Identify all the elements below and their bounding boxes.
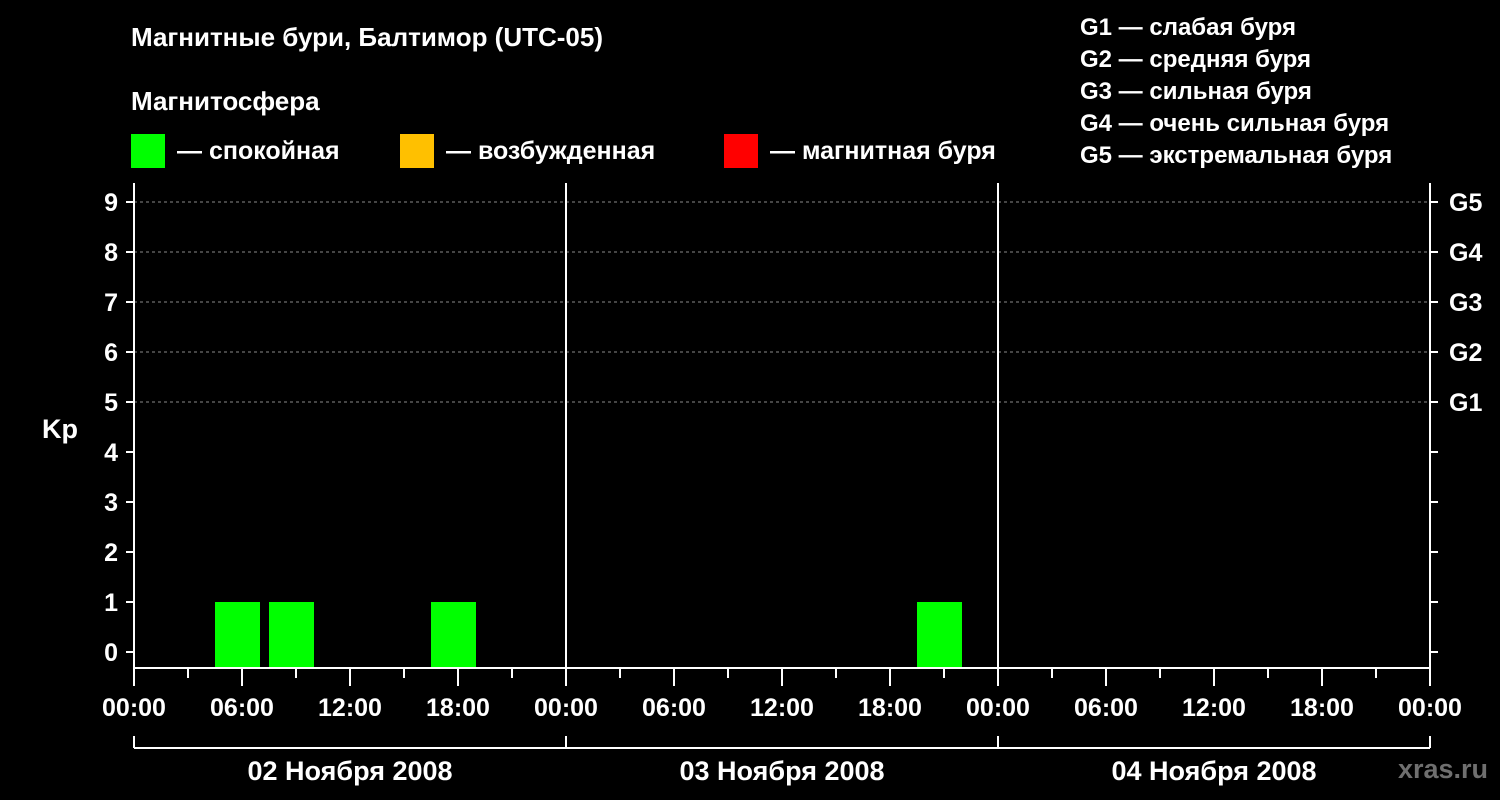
legend-swatch-storm	[724, 134, 758, 168]
y-tick-label: 5	[104, 389, 118, 417]
storm-level-g5: G5 — экстремальная буря	[1080, 142, 1393, 169]
chart-title: Магнитные бури, Балтимор (UTC-05)	[131, 22, 604, 52]
date-label: 02 Ноября 2008	[247, 756, 452, 786]
legend-swatch-excited	[400, 134, 434, 168]
date-label: 04 Ноября 2008	[1111, 756, 1316, 786]
x-tick-label: 18:00	[426, 694, 490, 722]
x-tick-label: 18:00	[1290, 694, 1354, 722]
magnetosphere-heading: Магнитосфера	[131, 86, 320, 116]
x-tick-label: 06:00	[1074, 694, 1138, 722]
x-tick-label: 06:00	[642, 694, 706, 722]
legend-quiet: — спокойная	[131, 134, 340, 168]
y-tick-label: 2	[104, 539, 118, 567]
y-tick-label: 7	[104, 289, 118, 317]
legend-swatch-quiet	[131, 134, 165, 168]
right-axis-label-g4: G4	[1449, 239, 1482, 267]
x-tick-label: 00:00	[534, 694, 598, 722]
legend-excited: — возбужденная	[400, 134, 655, 168]
legend-storm: — магнитная буря	[724, 134, 996, 168]
right-axis-label-g1: G1	[1449, 389, 1482, 417]
x-tick-label: 00:00	[102, 694, 166, 722]
legend-label-storm: — магнитная буря	[770, 136, 996, 165]
date-label: 03 Ноября 2008	[679, 756, 884, 786]
right-axis-label-g5: G5	[1449, 189, 1482, 217]
legend-label-quiet: — спокойная	[177, 136, 340, 165]
y-tick-label: 9	[104, 189, 118, 217]
storm-level-legend: G1 — слабая буря G2 — средняя буря G3 — …	[1080, 12, 1392, 172]
kp-bar-3	[431, 602, 476, 668]
right-axis-label-g2: G2	[1449, 339, 1482, 367]
legend-label-excited: — возбужденная	[446, 136, 656, 165]
y-tick-label: 6	[104, 339, 118, 367]
x-tick-label: 12:00	[750, 694, 814, 722]
y-axis-label: Kp	[42, 414, 78, 444]
y-tick-label: 0	[104, 639, 118, 667]
storm-level-g2: G2 — средняя буря	[1080, 46, 1311, 73]
x-tick-label: 00:00	[966, 694, 1030, 722]
storm-level-g4: G4 — очень сильная буря	[1080, 110, 1390, 137]
x-tick-label: 06:00	[210, 694, 274, 722]
kp-bar-1	[215, 602, 260, 668]
y-tick-label: 8	[104, 239, 118, 267]
x-tick-label: 12:00	[1182, 694, 1246, 722]
y-tick-label: 1	[104, 589, 118, 617]
watermark: xras.ru	[1397, 754, 1488, 784]
storm-level-g1: G1 — слабая буря	[1080, 14, 1297, 41]
right-axis-label-g3: G3	[1449, 289, 1482, 317]
storm-level-g3: G3 — сильная буря	[1080, 78, 1312, 105]
x-tick-label: 18:00	[858, 694, 922, 722]
y-tick-label: 4	[104, 439, 118, 467]
kp-bar-2	[269, 602, 314, 668]
kp-bar-4	[917, 602, 962, 668]
x-tick-label: 00:00	[1398, 694, 1462, 722]
x-tick-label: 12:00	[318, 694, 382, 722]
y-tick-label: 3	[104, 489, 118, 517]
